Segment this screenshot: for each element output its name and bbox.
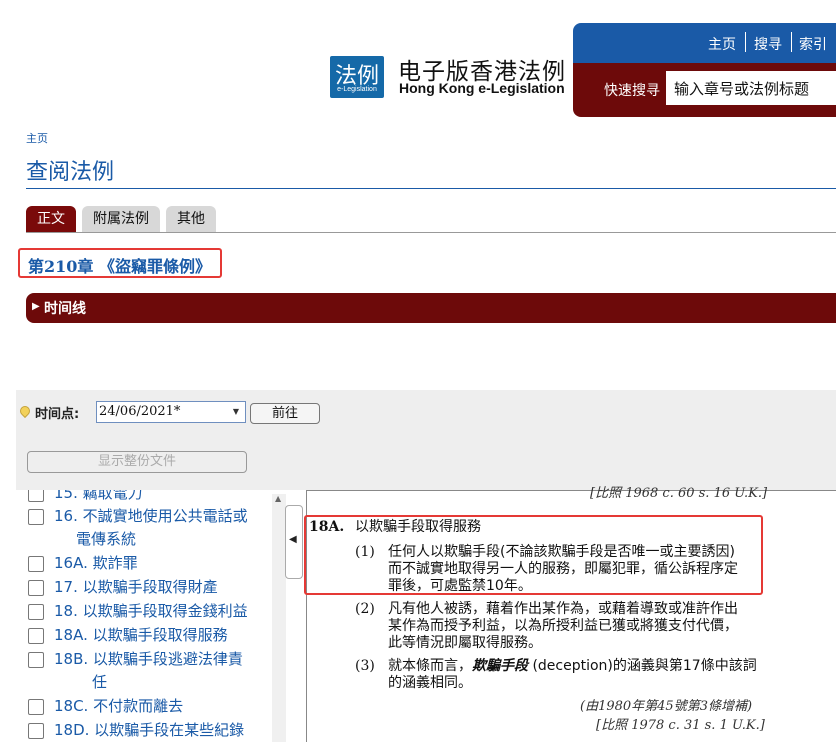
subsection-text: 某作為而授予利益，以為所授利益已獲或將獲支付代價， xyxy=(388,618,738,634)
section-list: 15. 竊取電力 16. 不誠實地使用公共電話或 電傳系統 16A. 欺詐罪 1… xyxy=(16,490,286,742)
subsection-text-pre: 就本條而言， xyxy=(388,658,472,674)
section-checkbox[interactable] xyxy=(28,723,44,739)
list-item[interactable]: 18D. 以欺騙手段在某些紀錄 xyxy=(28,719,278,742)
page-title: 查阅法例 xyxy=(26,160,115,185)
subsection-text: 凡有他人被誘，藉着作出某作為，或藉着導致或准許作出 xyxy=(388,601,738,617)
chapter-title: 第210章 《盜竊罪條例》 xyxy=(28,257,211,276)
section-checkbox[interactable] xyxy=(28,509,44,525)
tab-other[interactable]: 其他 xyxy=(166,206,216,232)
subsection-text: 此等情況即屬取得服務。 xyxy=(388,635,542,651)
section-checkbox[interactable] xyxy=(28,604,44,620)
subsection-number: (2) xyxy=(355,601,375,617)
breadcrumb-home-link[interactable]: 主页 xyxy=(26,130,48,146)
list-item[interactable]: 18. 以欺騙手段取得金錢利益 xyxy=(28,600,278,623)
logo-subtext: e-Legislation xyxy=(337,86,377,93)
defined-term: 欺騙手段 xyxy=(472,658,528,674)
section-checkbox[interactable] xyxy=(28,652,44,668)
quick-search-label: 快速搜寻 xyxy=(604,83,660,99)
subsection-text-post: (deception)的涵義與第17條中該詞 xyxy=(528,658,757,674)
subsection-text: 的涵義相同。 xyxy=(388,675,472,691)
section-link[interactable]: 18C. 不付款而離去 xyxy=(54,695,278,718)
timeline-label: 时间线 xyxy=(44,301,86,317)
subsection-highlight-box xyxy=(304,515,763,595)
list-item[interactable]: 17. 以欺騙手段取得財產 xyxy=(28,576,278,599)
subsection-text: 就本條而言，欺騙手段 (deception)的涵義與第17條中該詞 xyxy=(388,657,757,675)
section-checkbox[interactable] xyxy=(28,580,44,596)
section-link[interactable]: 18B. 以欺騙手段逃避法律責 xyxy=(54,648,278,671)
list-item[interactable]: 15. 竊取電力 xyxy=(28,490,278,505)
section-link[interactable]: 18. 以欺騙手段取得金錢利益 xyxy=(54,600,278,623)
quick-search-bar: 快速搜寻 xyxy=(573,63,836,117)
section-list-scrollbar[interactable]: ▲ xyxy=(272,494,286,742)
time-point-value: 24/06/2021* xyxy=(99,404,181,419)
list-item[interactable]: 18A. 以欺騙手段取得服務 xyxy=(28,624,278,647)
site-logo[interactable]: 法例 e-Legislation xyxy=(330,56,384,98)
caret-down-icon: ▼ xyxy=(232,407,239,416)
section-link[interactable]: 18D. 以欺騙手段在某些紀錄 xyxy=(54,719,278,742)
section-link[interactable]: 16A. 欺詐罪 xyxy=(54,552,278,575)
section-checkbox[interactable] xyxy=(28,628,44,644)
nav-divider xyxy=(791,32,792,52)
nav-divider xyxy=(745,32,746,52)
section-checkbox[interactable] xyxy=(28,490,44,502)
section-link-cont[interactable]: 電傳系統 xyxy=(76,528,278,551)
tab-subsidiary-legislation[interactable]: 附属法例 xyxy=(82,206,160,232)
triangle-right-icon: ▶ xyxy=(32,301,40,312)
section-checkbox[interactable] xyxy=(28,556,44,572)
amendment-note: (由1980年第45號第3條增補) xyxy=(580,699,753,714)
time-point-label: 时间点: xyxy=(35,407,80,422)
compare-note: [比照 1968 c. 60 s. 16 U.K.] xyxy=(590,486,768,501)
section-link[interactable]: 17. 以欺騙手段取得財產 xyxy=(54,576,278,599)
scroll-up-icon[interactable]: ▲ xyxy=(275,494,281,503)
tab-divider xyxy=(26,232,836,233)
list-item[interactable]: 18B. 以欺騙手段逃避法律責 任 xyxy=(28,648,278,694)
title-divider xyxy=(26,188,836,189)
site-name-en: Hong Kong e-Legislation xyxy=(399,80,565,96)
tab-main-text[interactable]: 正文 xyxy=(26,206,76,232)
list-item[interactable]: 16A. 欺詐罪 xyxy=(28,552,278,575)
top-nav: 主页 搜寻 索引 xyxy=(573,23,836,63)
section-link-cont[interactable]: 任 xyxy=(92,671,278,694)
list-item[interactable]: 18C. 不付款而離去 xyxy=(28,695,278,718)
compare-note: [比照 1978 c. 31 s. 1 U.K.] xyxy=(596,718,765,733)
nav-search-link[interactable]: 搜寻 xyxy=(754,34,782,54)
section-link[interactable]: 16. 不誠實地使用公共電話或 xyxy=(54,505,278,528)
quick-search-input[interactable] xyxy=(666,71,836,105)
subsection-number: (3) xyxy=(355,658,375,674)
time-point-select[interactable]: 24/06/2021* ▼ xyxy=(96,401,246,423)
go-button[interactable]: 前往 xyxy=(250,403,320,424)
nav-index-link[interactable]: 索引 xyxy=(799,34,827,54)
collapse-panel-button[interactable]: ◀ xyxy=(285,505,303,579)
nav-home-link[interactable]: 主页 xyxy=(708,34,736,54)
section-link[interactable]: 15. 竊取電力 xyxy=(54,490,278,505)
section-link[interactable]: 18A. 以欺騙手段取得服務 xyxy=(54,624,278,647)
list-item[interactable]: 16. 不誠實地使用公共電話或 電傳系統 xyxy=(28,505,278,551)
triangle-left-icon: ◀ xyxy=(289,534,297,545)
timeline-toggle[interactable]: ▶ 时间线 xyxy=(26,293,836,323)
section-checkbox[interactable] xyxy=(28,699,44,715)
show-full-document-button[interactable]: 显示整份文件 xyxy=(27,451,247,473)
